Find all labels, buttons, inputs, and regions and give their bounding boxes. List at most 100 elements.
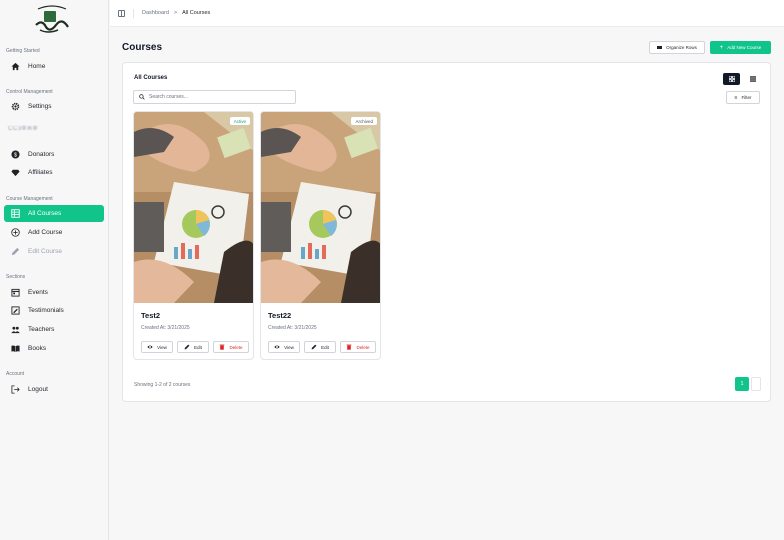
- divider: [133, 8, 134, 18]
- svg-text:$: $: [14, 153, 17, 159]
- delete-button[interactable]: Delete: [213, 341, 249, 353]
- pencil-icon: [11, 247, 20, 256]
- next-page-button[interactable]: [751, 377, 761, 391]
- edit-button[interactable]: Edit: [177, 341, 209, 353]
- sidebar-item-events[interactable]: Events: [4, 284, 104, 301]
- sidebar-item-label: Books: [28, 345, 47, 352]
- courses-panel: All Courses Search courses... ≡ Filter A…: [122, 62, 771, 402]
- section-account: Account: [6, 371, 25, 377]
- review-icon: [11, 306, 20, 315]
- organize-rows-button[interactable]: Organize Rows: [649, 41, 705, 54]
- course-title: Test22: [268, 311, 292, 320]
- view-label: View: [284, 344, 294, 350]
- course-card[interactable]: Archived Test22 Created At: 3/21/2025 Vi…: [260, 111, 381, 360]
- diamond-icon: [11, 168, 20, 177]
- section-control: Control Management: [6, 89, 53, 95]
- grid-view-button[interactable]: [723, 73, 740, 85]
- edit-label: Edit: [321, 344, 329, 350]
- sidebar-toggle-icon[interactable]: [118, 9, 125, 17]
- sidebar-item-label: Settings: [28, 103, 52, 110]
- sidebar-item-label: Home: [28, 63, 46, 70]
- sidebar-item-edit-course[interactable]: Edit Course: [4, 243, 104, 260]
- edit-label: Edit: [194, 344, 202, 350]
- search-placeholder: Search courses...: [149, 94, 188, 100]
- calendar-icon: [11, 288, 20, 297]
- section-course: Course Management: [6, 196, 53, 202]
- table-icon: [11, 209, 20, 218]
- course-title: Test2: [141, 311, 161, 320]
- gear-icon: [11, 102, 20, 111]
- search-icon: [139, 94, 145, 100]
- sidebar-item-all-courses[interactable]: All Courses: [4, 205, 104, 222]
- sidebar-item-label: Testimonials: [28, 307, 64, 314]
- status-badge: Archived: [351, 117, 377, 125]
- sidebar-item-affiliates[interactable]: Affiliates: [4, 164, 104, 181]
- add-new-course-button[interactable]: + Add New Course: [710, 41, 771, 54]
- pagination-summary: Showing 1-2 of 2 courses: [134, 382, 191, 388]
- sidebar-item-donators[interactable]: $ Donators: [4, 146, 104, 163]
- sidebar-item-label: Donators: [28, 151, 55, 158]
- rows-icon: [657, 46, 663, 49]
- home-icon: [11, 62, 20, 71]
- section-getting-started: Getting Started: [6, 48, 40, 54]
- sidebar-item-books[interactable]: Books: [4, 340, 104, 357]
- view-button[interactable]: View: [141, 341, 173, 353]
- course-thumbnail: Active: [134, 112, 253, 303]
- organize-rows-label: Organize Rows: [666, 45, 697, 50]
- trash-icon: [219, 344, 225, 350]
- sidebar-item-teachers[interactable]: Teachers: [4, 321, 104, 338]
- logout-icon: [11, 385, 20, 394]
- top-bar: Dashboard > All Courses: [110, 0, 784, 27]
- panel-title: All Courses: [134, 75, 168, 81]
- sidebar-item-label: Edit Course: [28, 248, 62, 255]
- sidebar-item-label: Events: [28, 289, 48, 296]
- sidebar-item-label: Logout: [28, 386, 48, 393]
- delete-label: Delete: [356, 344, 370, 350]
- breadcrumb-separator: >: [173, 10, 178, 16]
- edit-button[interactable]: Edit: [304, 341, 336, 353]
- sidebar-item-settings[interactable]: Settings: [4, 98, 104, 115]
- view-button[interactable]: View: [268, 341, 300, 353]
- people-icon: [11, 325, 20, 334]
- sidebar-item-testimonials[interactable]: Testimonials: [4, 302, 104, 319]
- breadcrumb-dashboard[interactable]: Dashboard: [142, 10, 169, 16]
- logo: [35, 5, 69, 33]
- course-created-date: Created At: 3/21/2025: [141, 325, 190, 331]
- filter-icon: ≡: [734, 94, 738, 101]
- course-created-date: Created At: 3/21/2025: [268, 325, 317, 331]
- status-badge: Active: [229, 117, 250, 125]
- page-1-button[interactable]: 1: [735, 377, 749, 391]
- plus-circle-icon: [11, 228, 20, 237]
- eye-icon: [274, 344, 280, 350]
- list-view-button[interactable]: [744, 73, 761, 85]
- pencil-icon: [184, 344, 190, 350]
- breadcrumb: Dashboard > All Courses: [142, 10, 210, 16]
- sidebar-item-add-course[interactable]: Add Course: [4, 224, 104, 241]
- course-thumbnail: Archived: [261, 112, 380, 303]
- search-input[interactable]: Search courses...: [133, 90, 296, 104]
- sidebar-item-label: Add Course: [28, 229, 63, 236]
- filter-button[interactable]: ≡ Filter: [726, 91, 760, 104]
- grid-icon: [728, 76, 735, 82]
- sidebar-item-label: All Courses: [28, 210, 62, 217]
- page-title: Courses: [122, 42, 163, 53]
- delete-button[interactable]: Delete: [340, 341, 376, 353]
- sidebar-item-label: Affiliates: [28, 169, 53, 176]
- eye-icon: [147, 344, 153, 350]
- sidebar-item-home[interactable]: Home: [4, 58, 104, 75]
- dollar-icon: $: [11, 150, 20, 159]
- sidebar: Getting Started Home Control Management …: [0, 0, 109, 540]
- plus-icon: +: [719, 44, 724, 51]
- filter-label: Filter: [741, 95, 752, 100]
- sidebar-item-logout[interactable]: Logout: [4, 381, 104, 398]
- add-new-course-label: Add New Course: [727, 45, 762, 50]
- sidebar-item-label: Teachers: [28, 326, 55, 333]
- trash-icon: [346, 344, 352, 350]
- list-icon: [749, 76, 756, 82]
- view-label: View: [157, 344, 167, 350]
- book-icon: [11, 344, 20, 353]
- sidebar-item-blurred[interactable]: ССЗФЖФ: [8, 126, 38, 132]
- course-card[interactable]: Active Test2 Created At: 3/21/2025 View …: [133, 111, 254, 360]
- pencil-icon: [311, 344, 317, 350]
- breadcrumb-current: All Courses: [182, 10, 211, 16]
